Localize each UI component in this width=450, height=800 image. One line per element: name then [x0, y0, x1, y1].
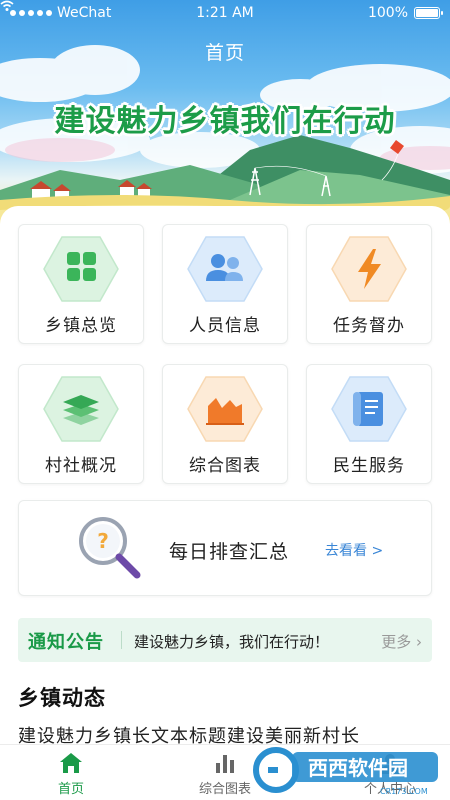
- site-watermark-logo: 西西软件园 CR173.COM: [253, 747, 438, 796]
- daily-title: 每日排查汇总: [169, 541, 290, 563]
- daily-inspection-card[interactable]: ? 每日排查汇总 去看看 >: [18, 500, 432, 596]
- main-content: 乡镇总览 人员信息 任务督办 村社概况 综合图表 民生服务 ? 每日排查汇总 去…: [0, 206, 450, 746]
- tile-label: 任务督办: [333, 316, 405, 336]
- users-icon: [187, 236, 263, 302]
- tile-label: 民生服务: [333, 456, 405, 476]
- tab-home[interactable]: 首页: [11, 745, 131, 800]
- area-chart-icon: [187, 376, 263, 442]
- notice-more-link[interactable]: 更多 ›: [381, 631, 422, 652]
- magnifier-question-icon: ?: [79, 517, 141, 579]
- tile-label: 综合图表: [189, 456, 261, 476]
- feature-grid: 乡镇总览 人员信息 任务督办 村社概况 综合图表 民生服务: [18, 224, 432, 484]
- divider: [121, 631, 122, 649]
- tab-label: 首页: [57, 782, 84, 797]
- page-title: 首页: [204, 42, 245, 64]
- battery-percent: 100%: [367, 5, 408, 21]
- tile-township-overview[interactable]: 乡镇总览: [18, 224, 144, 344]
- app-screen: WeChat 1:21 AM 100% 首页 建设魅力乡镇我们在行动 乡镇总览 …: [0, 0, 450, 800]
- daily-view-link[interactable]: 去看看 >: [325, 540, 383, 560]
- notice-bar[interactable]: 通知公告 建设魅力乡镇，我们在行动！ 更多 ›: [18, 618, 432, 662]
- home-icon: [60, 753, 82, 773]
- layers-icon: [43, 376, 119, 442]
- svg-text:CR173.COM: CR173.COM: [380, 787, 428, 796]
- tile-composite-charts[interactable]: 综合图表: [162, 364, 288, 484]
- notice-text[interactable]: 建设魅力乡镇，我们在行动！: [134, 631, 329, 652]
- tile-label: 村社概况: [45, 456, 117, 476]
- banner: WeChat 1:21 AM 100% 首页 建设魅力乡镇我们在行动: [0, 0, 450, 230]
- tile-label: 人员信息: [189, 316, 261, 336]
- battery-icon: [414, 7, 443, 19]
- tile-village-overview[interactable]: 村社概况: [18, 364, 144, 484]
- grid-icon: [43, 236, 119, 302]
- banner-slogan: 建设魅力乡镇我们在行动: [54, 104, 396, 139]
- tile-livelihood-services[interactable]: 民生服务: [306, 364, 432, 484]
- tile-task-supervision[interactable]: 任务督办: [306, 224, 432, 344]
- svg-text:?: ?: [97, 529, 109, 553]
- bar-chart-icon: [216, 755, 234, 773]
- scroll-icon: [331, 376, 407, 442]
- status-bar: WeChat 1:21 AM 100%: [0, 0, 450, 26]
- news-heading: 乡镇动态: [18, 686, 106, 710]
- notice-tag: 通知公告: [28, 632, 104, 653]
- tile-label: 乡镇总览: [45, 316, 117, 336]
- tile-personnel-info[interactable]: 人员信息: [162, 224, 288, 344]
- svg-text:西西软件园: 西西软件园: [308, 756, 408, 780]
- lightning-icon: [331, 236, 407, 302]
